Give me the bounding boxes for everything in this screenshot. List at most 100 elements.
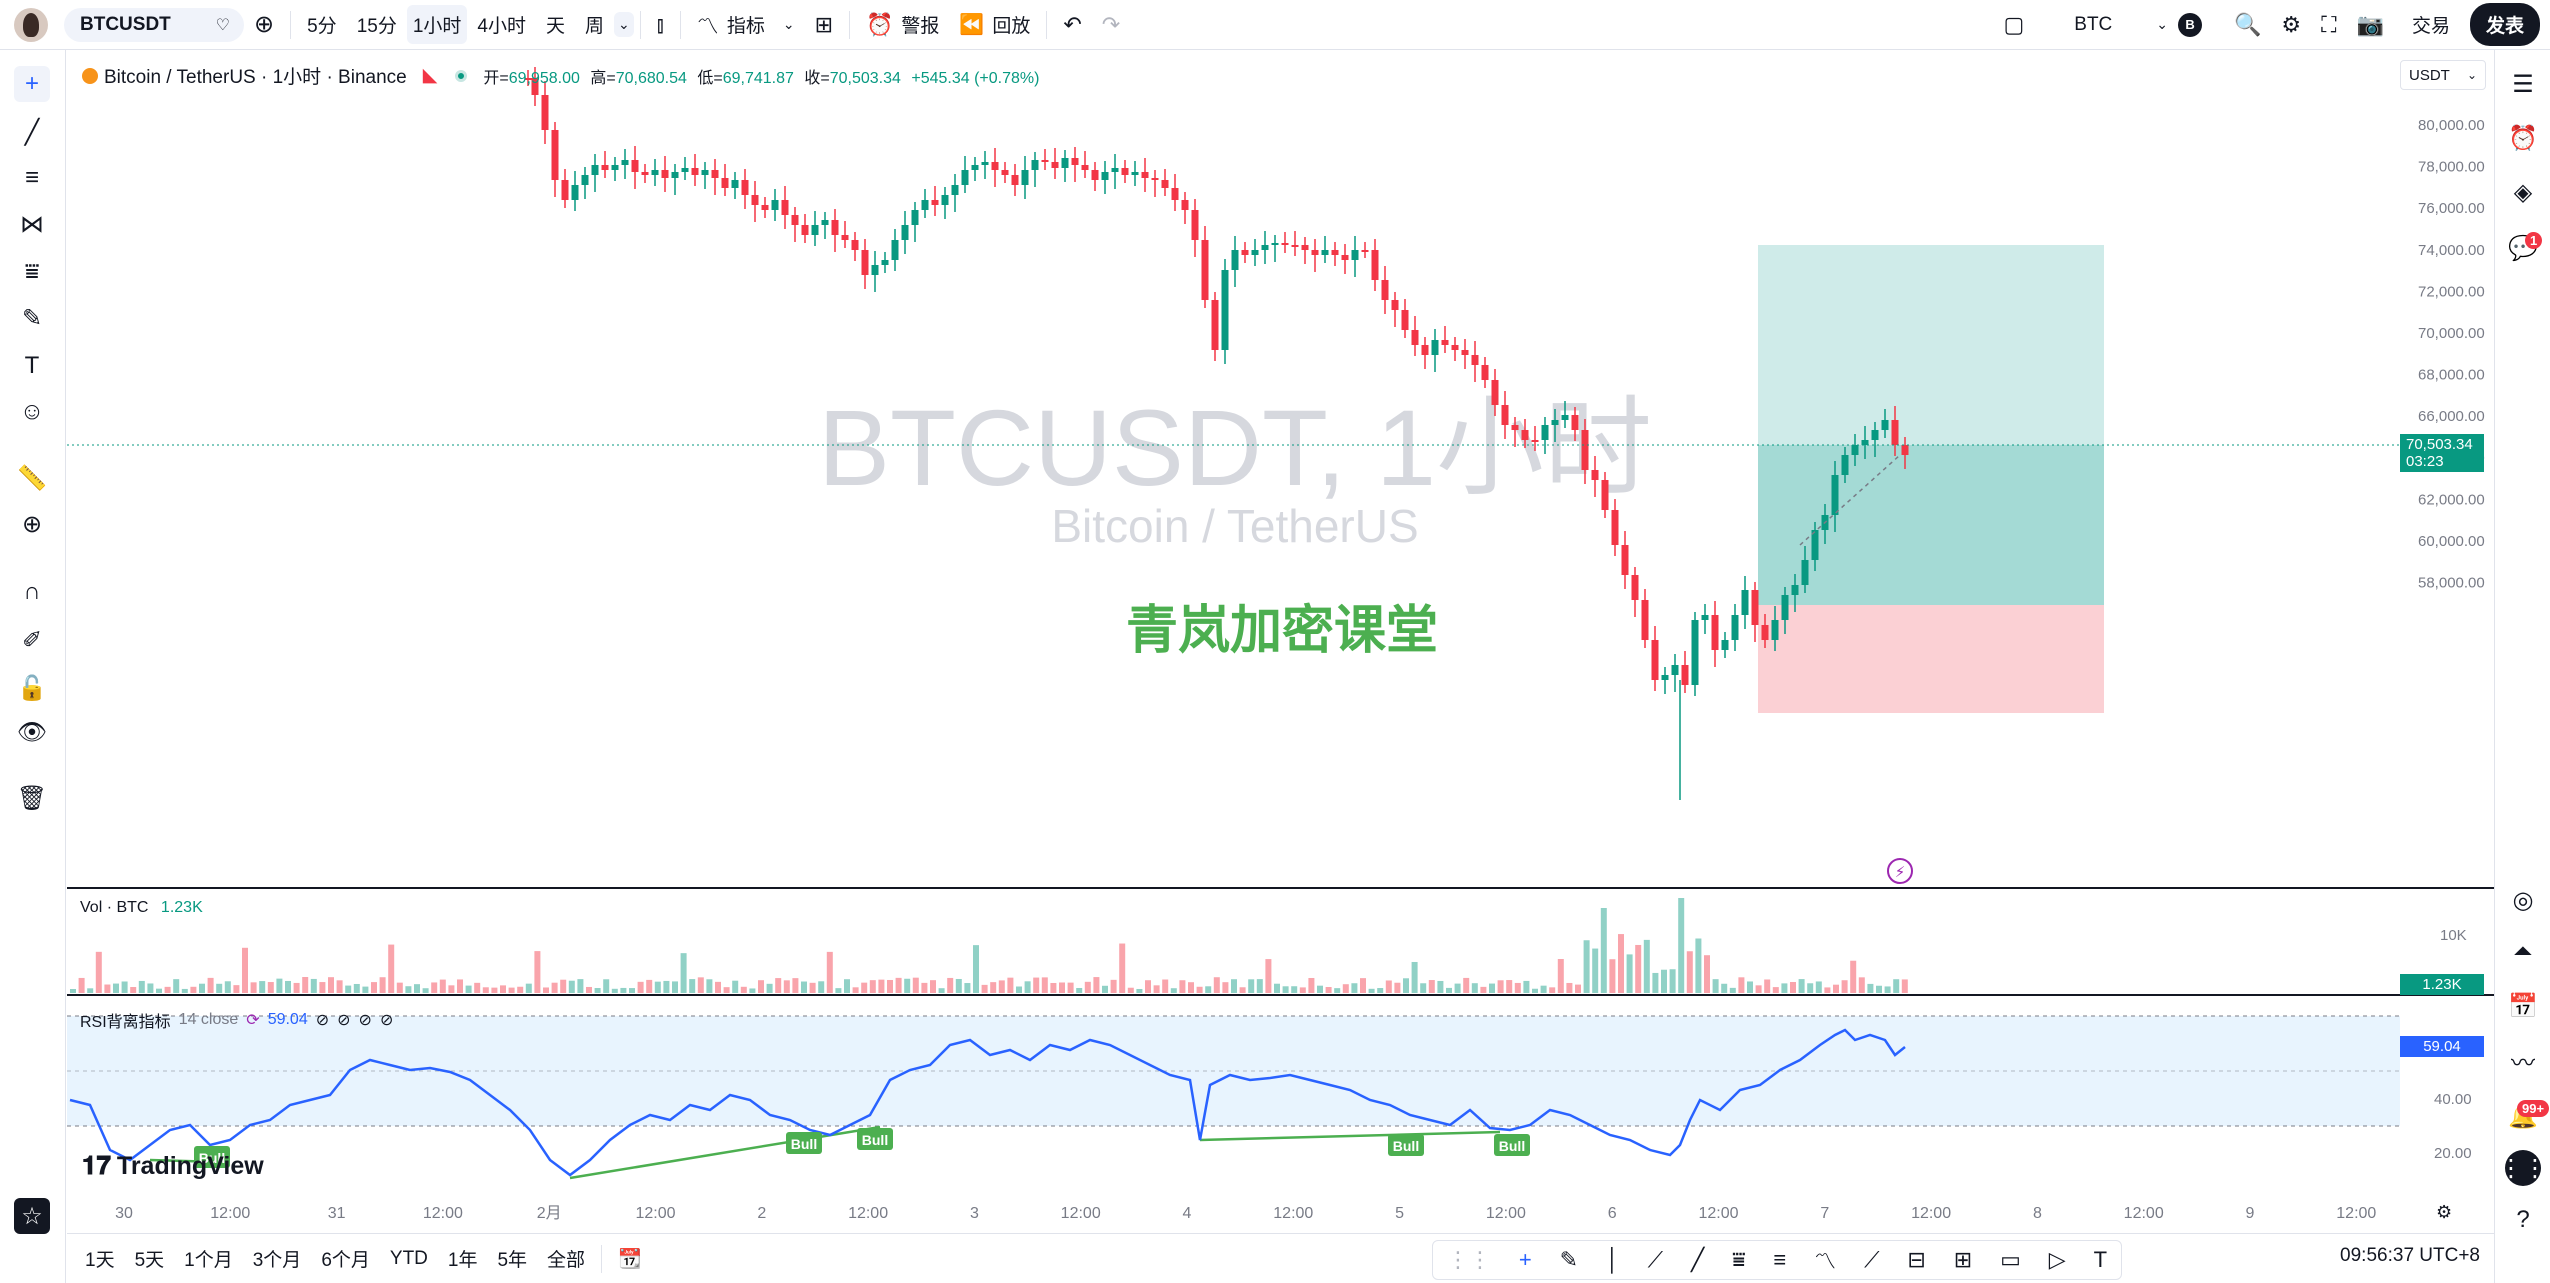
settings-gear-icon[interactable]: ⚙: [2271, 12, 2311, 38]
search-zoom-icon[interactable]: 🔍: [2224, 12, 2271, 38]
candle-body: [1021, 170, 1029, 185]
timeframe-5m[interactable]: 5分: [297, 11, 347, 38]
eye-icon[interactable]: 👁: [14, 714, 50, 750]
range-icon[interactable]: ⊟: [1907, 1247, 1925, 1273]
text-icon[interactable]: T: [2094, 1247, 2107, 1273]
range-1y[interactable]: 1年: [438, 1245, 488, 1272]
crosshair-icon[interactable]: +: [14, 66, 50, 102]
fullscreen-square-icon[interactable]: ▢: [1993, 12, 2034, 38]
fib-icon[interactable]: ⩸: [1732, 1247, 1745, 1273]
ruler-icon[interactable]: 📏: [14, 460, 50, 496]
volume-bar: [1265, 959, 1272, 993]
timeframe-dropdown-chevron-icon[interactable]: ⌄: [614, 12, 634, 37]
emoji-icon[interactable]: ☺: [14, 394, 50, 430]
replay-play-icon[interactable]: ▷: [2049, 1247, 2066, 1273]
symbol-search[interactable]: BTCUSDT ♡: [64, 7, 244, 42]
alert-button[interactable]: ⏰ 警报: [856, 11, 949, 38]
visibility-hidden-icon[interactable]: ⊘: [359, 1010, 372, 1030]
brush-icon[interactable]: ✎: [14, 300, 50, 336]
candle-body: [931, 200, 939, 205]
range-1d[interactable]: 1天: [75, 1245, 125, 1272]
undo-icon[interactable]: ↶: [1053, 12, 1091, 38]
compare-add-icon[interactable]: ⊕: [244, 10, 284, 39]
publish-button[interactable]: 发表: [2469, 3, 2540, 46]
volume-bar: [414, 984, 420, 993]
trend-line-icon[interactable]: ╱: [1691, 1247, 1704, 1273]
forecast-icon[interactable]: ⩸: [14, 254, 50, 290]
help-icon[interactable]: ?: [2505, 1202, 2541, 1238]
price-axis-currency[interactable]: USDT ⌄: [2400, 60, 2486, 90]
ideas-icon[interactable]: ⏶: [2505, 934, 2541, 970]
visibility-hidden-icon[interactable]: ⊘: [337, 1010, 350, 1030]
products-grid-icon[interactable]: ⋮⋮: [2499, 1150, 2547, 1186]
visibility-hidden-icon[interactable]: ⊘: [316, 1010, 329, 1030]
trash-icon[interactable]: 🗑: [14, 780, 50, 816]
path-icon[interactable]: ⟋: [1864, 1247, 1879, 1273]
horizontal-lines-icon[interactable]: ≡: [1773, 1247, 1786, 1273]
visibility-hidden-icon[interactable]: ⊘: [380, 1010, 393, 1030]
lock-pencil-icon[interactable]: ✐: [14, 622, 50, 658]
trend-line-icon[interactable]: ╱: [14, 114, 50, 150]
long-position-stop-zone[interactable]: [1758, 605, 2104, 713]
currency-selector[interactable]: BTC ⌄ B: [2064, 12, 2212, 37]
fib-lines-icon[interactable]: ≡: [14, 160, 50, 196]
range-3m[interactable]: 3个月: [243, 1245, 312, 1272]
range-ytd[interactable]: YTD: [380, 1248, 438, 1270]
candle-body: [1001, 170, 1009, 175]
candle-body: [1681, 665, 1689, 685]
range-5y[interactable]: 5年: [487, 1245, 537, 1272]
trade-button[interactable]: 交易: [2402, 11, 2460, 38]
star-favorites-icon[interactable]: ☆: [14, 1198, 50, 1234]
camera-snapshot-icon[interactable]: 📷: [2347, 12, 2394, 38]
timeframe-1d[interactable]: 天: [536, 11, 575, 38]
range-1m[interactable]: 1个月: [174, 1245, 243, 1272]
long-position-profit-zone[interactable]: [1758, 445, 2104, 605]
wave-icon[interactable]: 〽: [1814, 1244, 1836, 1276]
layouts-grid-icon[interactable]: ⊞: [805, 12, 843, 38]
layers-icon[interactable]: ◈: [2505, 174, 2541, 210]
ray-icon[interactable]: ⟋: [1648, 1247, 1663, 1273]
indicators-button[interactable]: 〽 指标 ⌄: [687, 9, 805, 41]
timeframe-1w[interactable]: 周: [575, 11, 614, 38]
volume-label[interactable]: Vol · BTC: [80, 899, 148, 916]
drag-handle-icon[interactable]: ⋮⋮: [1447, 1247, 1491, 1273]
calendar-icon[interactable]: 📅: [2505, 988, 2541, 1024]
clock[interactable]: 09:56:37 UTC+8: [2340, 1245, 2480, 1267]
brush-icon[interactable]: ✎: [1560, 1247, 1578, 1273]
streams-icon[interactable]: 〰: [2505, 1042, 2541, 1078]
legend-title[interactable]: Bitcoin / TetherUS · 1小时 · Binance: [104, 62, 407, 89]
watchlist-heart-icon[interactable]: ♡: [216, 15, 230, 35]
candle-type-icon[interactable]: ⫾: [647, 12, 674, 38]
range-6m[interactable]: 6个月: [311, 1245, 380, 1272]
pattern-icon[interactable]: ⋈: [14, 206, 50, 242]
lock-icon[interactable]: 🔓: [14, 670, 50, 706]
magnet-icon[interactable]: ∩: [14, 574, 50, 610]
timeframe-15m[interactable]: 15分: [347, 11, 407, 38]
chart-canvas[interactable]: BTCUSDT, 1小时 Bitcoin / TetherUS 青岚加密课堂 ⚡…: [67, 50, 2494, 1233]
replay-button[interactable]: ⏪ 回放: [949, 11, 1040, 38]
user-avatar[interactable]: [14, 7, 48, 42]
watchlist-icon[interactable]: ☰: [2505, 66, 2541, 102]
text-icon[interactable]: T: [14, 348, 50, 384]
fullscreen-icon[interactable]: ⛶: [2311, 12, 2346, 38]
rsi-label[interactable]: RSI背离指标: [80, 1008, 171, 1032]
goto-date-calendar-icon[interactable]: 📆: [608, 1247, 652, 1271]
alerts-clock-icon[interactable]: ⏰: [2505, 120, 2541, 156]
date-range-icon[interactable]: ⊞: [1954, 1247, 1972, 1273]
timeframe-1h[interactable]: 1小时: [406, 5, 468, 44]
price-tick: 74,000.00: [2418, 242, 2485, 259]
long-position-target-zone[interactable]: [1758, 245, 2104, 445]
range-all[interactable]: 全部: [537, 1245, 595, 1272]
crosshair-icon[interactable]: +: [1519, 1247, 1532, 1273]
timeframe-4h[interactable]: 4小时: [467, 11, 536, 38]
time-axis-settings-gear-icon[interactable]: ⚙: [2436, 1202, 2452, 1223]
speedometer-icon[interactable]: ◎: [2505, 882, 2541, 918]
candle-body: [1581, 430, 1589, 470]
rectangle-icon[interactable]: ▭: [2000, 1247, 2021, 1273]
zoom-in-icon[interactable]: ⊕: [14, 506, 50, 542]
tradingview-logo[interactable]: 𝟏𝟕 TradingView: [82, 1150, 264, 1182]
redo-icon[interactable]: ↷: [1092, 12, 1130, 38]
volume-bar: [1351, 983, 1358, 993]
range-5d[interactable]: 5天: [125, 1245, 175, 1272]
vertical-line-icon[interactable]: │: [1606, 1247, 1620, 1273]
